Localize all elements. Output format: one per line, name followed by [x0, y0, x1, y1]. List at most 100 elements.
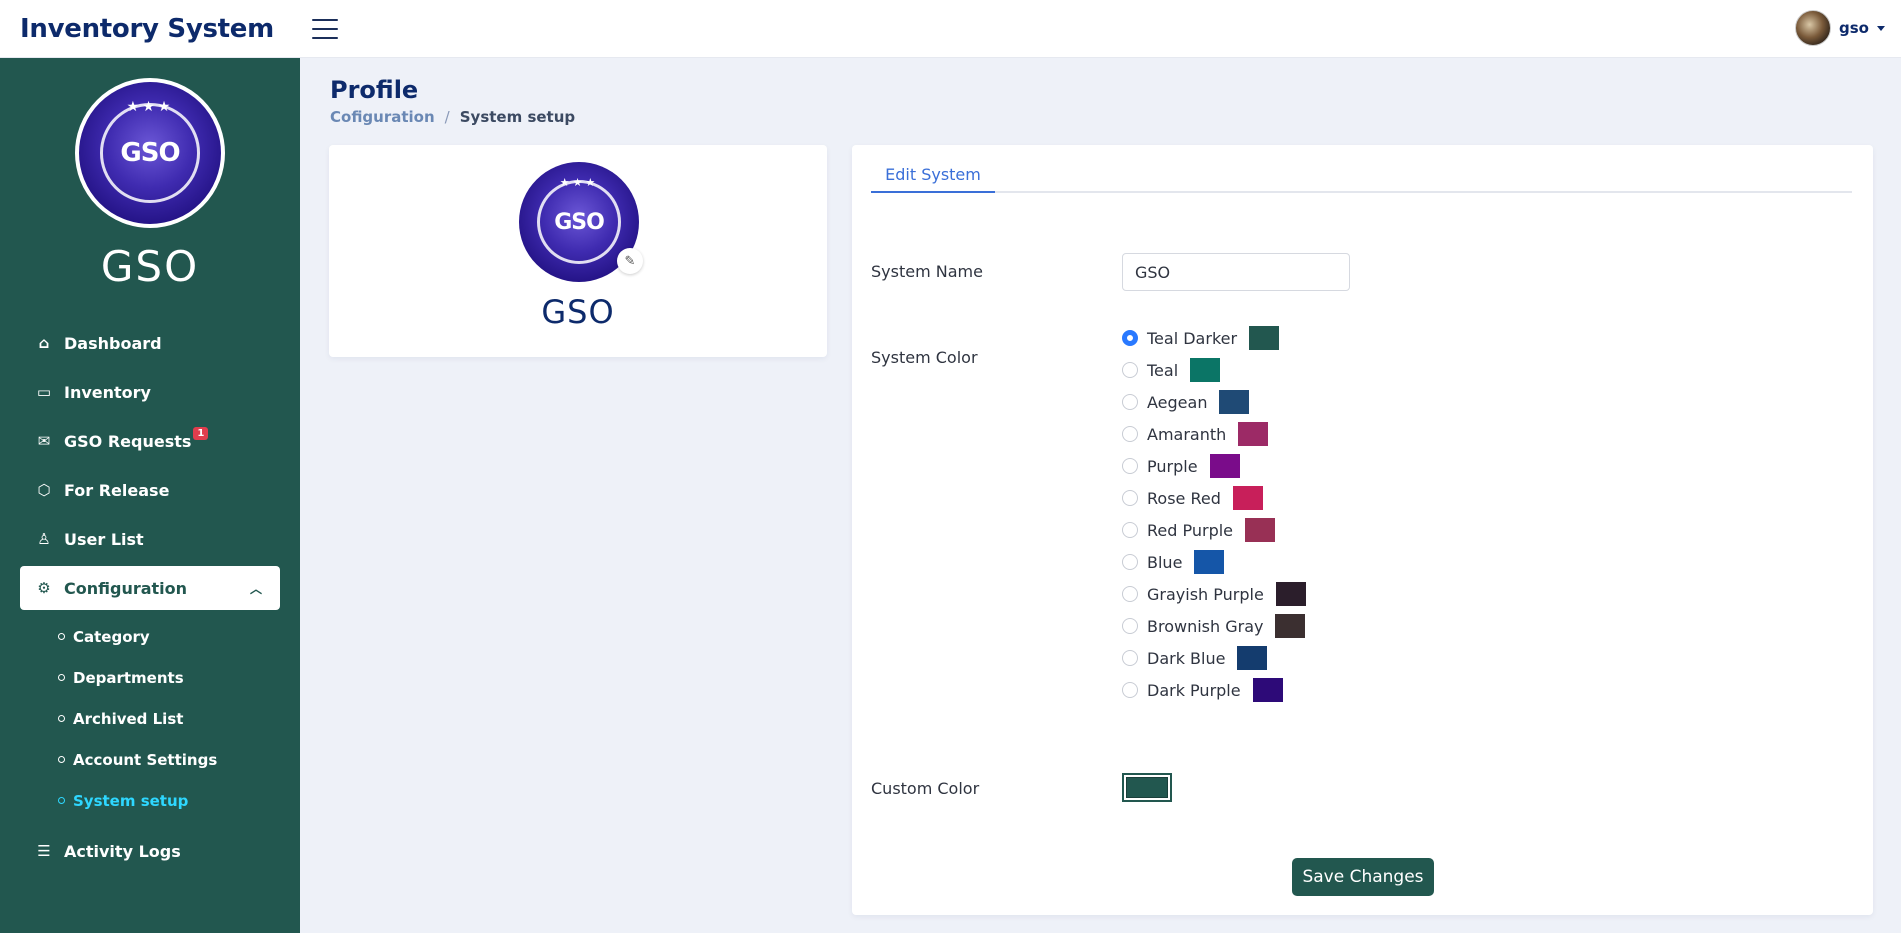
app-title[interactable]: Inventory System [0, 14, 300, 44]
breadcrumb-parent[interactable]: Cofiguration [330, 108, 435, 126]
color-radio[interactable] [1122, 394, 1138, 410]
color-swatch [1238, 422, 1269, 446]
color-option[interactable]: Red Purple [1122, 514, 1306, 546]
org-logo: ★★★ GSO [75, 78, 225, 228]
custom-color-picker[interactable] [1122, 773, 1172, 802]
color-radio[interactable] [1122, 458, 1138, 474]
sidebar-subitem-departments[interactable]: Departments [58, 657, 280, 698]
color-name: Red Purple [1147, 520, 1234, 540]
color-swatch [1275, 582, 1306, 606]
color-radio[interactable] [1122, 330, 1138, 346]
home-icon: ⌂ [38, 334, 50, 352]
config-submenu: Category Departments Archived List Accou… [20, 616, 280, 821]
color-radio[interactable] [1122, 522, 1138, 538]
color-swatch [1252, 678, 1283, 702]
color-name: Rose Red [1147, 488, 1221, 508]
edit-pencil-icon[interactable]: ✎ [617, 248, 643, 274]
color-option[interactable]: Rose Red [1122, 482, 1306, 514]
color-option[interactable]: Brownish Gray [1122, 610, 1306, 642]
color-swatch [1237, 646, 1268, 670]
color-radio[interactable] [1122, 650, 1138, 666]
logo-text: GSO [554, 209, 605, 235]
color-name: Amaranth [1147, 424, 1227, 444]
subitem-label: Account Settings [73, 750, 218, 769]
inbox-icon: ✉ [37, 432, 51, 450]
sidebar-item-for-release[interactable]: ⬡ For Release [20, 468, 280, 512]
sidebar-subitem-account-settings[interactable]: Account Settings [58, 739, 280, 780]
profile-card: ★★★ GSO ✎ GSO [329, 145, 827, 357]
logo-text: GSO [120, 138, 180, 168]
custom-color-label: Custom Color [871, 779, 980, 798]
color-option[interactable]: Dark Purple [1122, 674, 1306, 706]
page-title: Profile [330, 76, 419, 104]
color-option[interactable]: Teal Darker [1122, 322, 1306, 354]
color-swatch [1232, 486, 1263, 510]
color-radio[interactable] [1122, 426, 1138, 442]
sidebar-item-dashboard[interactable]: ⌂ Dashboard [20, 321, 280, 365]
stars-icon: ★★★ [126, 99, 174, 116]
sidebar-subitem-system-setup[interactable]: System setup [58, 780, 280, 821]
sidebar-item-label: Configuration [64, 578, 188, 598]
sidebar-item-label: GSO Requests [64, 431, 192, 451]
color-name: Aegean [1147, 392, 1208, 412]
color-option[interactable]: Purple [1122, 450, 1306, 482]
tab-edit-system[interactable]: Edit System [871, 165, 995, 193]
color-swatch [1249, 326, 1280, 350]
color-swatch [1194, 550, 1225, 574]
color-option[interactable]: Amaranth [1122, 418, 1306, 450]
sidebar-item-user-list[interactable]: ♙ User List [20, 517, 280, 561]
color-name: Dark Blue [1147, 648, 1226, 668]
color-swatch [1190, 358, 1221, 382]
color-radio[interactable] [1122, 618, 1138, 634]
sidebar-item-label: Dashboard [64, 333, 162, 353]
sidebar-subitem-category[interactable]: Category [58, 616, 280, 657]
chevron-up-icon[interactable]: ︿ [250, 580, 262, 597]
circle-icon [58, 633, 65, 640]
user-menu[interactable]: gso [1795, 10, 1885, 46]
edit-system-card: Edit System System Name System Color Tea… [852, 145, 1873, 915]
color-swatch [1209, 454, 1240, 478]
color-option[interactable]: Aegean [1122, 386, 1306, 418]
subitem-label: System setup [73, 791, 189, 810]
color-radio[interactable] [1122, 554, 1138, 570]
sidebar-item-activity-logs[interactable]: ☰ Activity Logs [20, 829, 280, 873]
color-name: Blue [1147, 552, 1183, 572]
color-option[interactable]: Dark Blue [1122, 642, 1306, 674]
sidebar-item-configuration[interactable]: ⚙ Configuration ︿ [20, 566, 280, 610]
circle-icon [58, 797, 65, 804]
box-icon: ⬡ [37, 481, 51, 499]
menu-toggle-icon[interactable] [312, 18, 338, 39]
color-swatch [1275, 614, 1306, 638]
avatar[interactable] [1795, 10, 1832, 46]
color-radio[interactable] [1122, 490, 1138, 506]
sidebar-item-label: For Release [64, 480, 170, 500]
color-option[interactable]: Teal [1122, 354, 1306, 386]
sidebar-nav: ⌂ Dashboard ▭ Inventory ✉ GSO Requests 1… [0, 321, 300, 873]
profile-name: GSO [541, 293, 615, 331]
subitem-label: Departments [73, 668, 184, 687]
color-option[interactable]: Blue [1122, 546, 1306, 578]
sidebar-item-label: User List [64, 529, 144, 549]
color-option[interactable]: Grayish Purple [1122, 578, 1306, 610]
sidebar-item-inventory[interactable]: ▭ Inventory [20, 370, 280, 414]
color-radio[interactable] [1122, 586, 1138, 602]
color-swatch [1219, 390, 1250, 414]
sidebar-subitem-archived-list[interactable]: Archived List [58, 698, 280, 739]
system-name-input[interactable] [1122, 253, 1350, 291]
breadcrumb: Cofiguration / System setup [330, 108, 575, 126]
color-radio[interactable] [1122, 682, 1138, 698]
sidebar-item-gso-requests[interactable]: ✉ GSO Requests 1 [20, 419, 280, 463]
subitem-label: Category [73, 627, 150, 646]
color-name: Purple [1147, 456, 1198, 476]
user-name[interactable]: gso [1839, 19, 1869, 37]
sidebar-brand: ★★★ GSO GSO [0, 58, 300, 291]
caret-down-icon[interactable] [1877, 25, 1885, 31]
circle-icon [58, 756, 65, 763]
subitem-label: Archived List [73, 709, 184, 728]
save-changes-button[interactable]: Save Changes [1292, 858, 1434, 896]
archive-icon: ▭ [36, 383, 52, 401]
color-name: Teal [1147, 360, 1179, 380]
color-radio[interactable] [1122, 362, 1138, 378]
color-name: Grayish Purple [1147, 584, 1264, 604]
breadcrumb-separator: / [444, 108, 450, 126]
